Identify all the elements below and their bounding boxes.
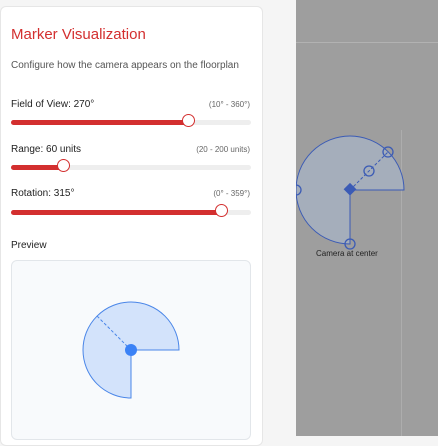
range-slider-thumb[interactable] — [57, 159, 71, 172]
range-slider[interactable] — [11, 159, 251, 172]
range-range: (20 - 200 units) — [196, 145, 250, 154]
preview-label: Preview — [11, 240, 47, 251]
rotation-slider-fill — [11, 210, 222, 215]
camera-preview-graphic — [82, 301, 180, 399]
panel-description: Configure how the camera appears on the … — [11, 60, 239, 71]
floorplan-marker-layer — [296, 135, 405, 250]
panel-title: Marker Visualization — [11, 26, 146, 43]
fov-label: Field of View: 270° — [11, 99, 95, 110]
rotation-slider[interactable] — [11, 204, 251, 217]
fov-range: (10° - 360°) — [208, 100, 250, 109]
range-label: Range: 60 units — [11, 144, 82, 155]
rotation-slider-thumb[interactable] — [214, 204, 228, 217]
rotation-range: (0° - 359°) — [213, 189, 250, 198]
range-slider-fill — [11, 165, 65, 170]
floorplan-canvas[interactable]: Camera at center — [296, 0, 438, 436]
rotation-label: Rotation: 315° — [11, 188, 75, 199]
marker-settings-panel: Marker Visualization Configure how the c… — [0, 6, 263, 446]
fov-slider[interactable] — [11, 114, 251, 127]
fov-slider-fill — [11, 120, 190, 125]
fov-slider-thumb[interactable] — [182, 114, 196, 127]
preview-camera-dot — [125, 344, 137, 356]
preview-box — [11, 260, 251, 440]
camera-caption: Camera at center — [316, 249, 378, 258]
